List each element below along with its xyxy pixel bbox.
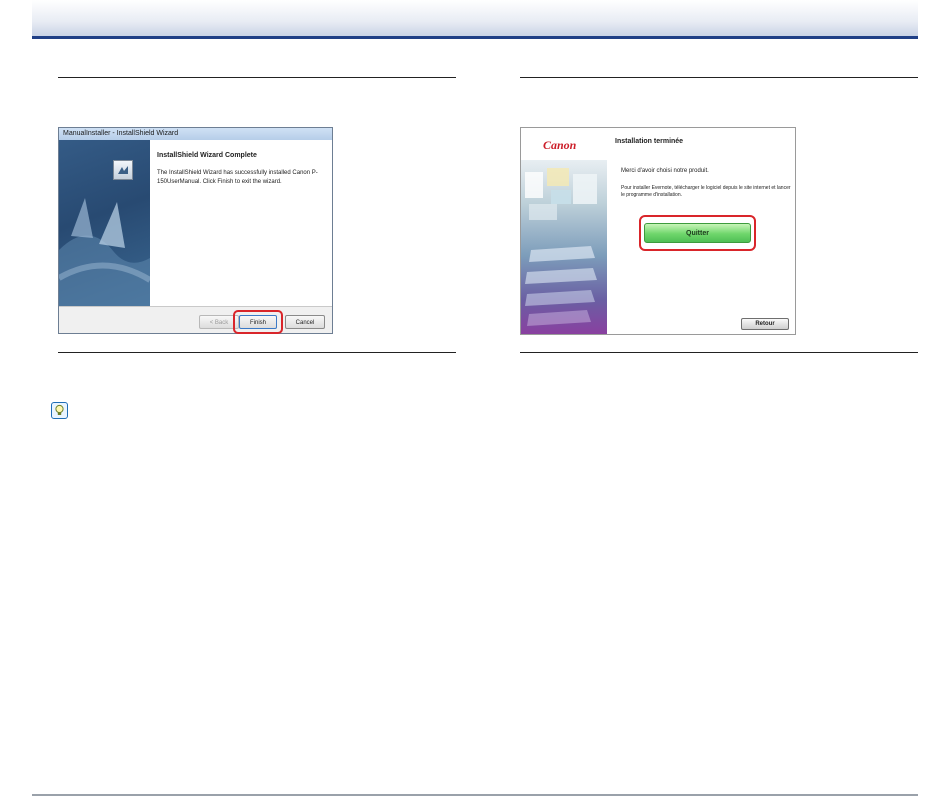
left-bottom-rule [58,352,456,353]
canon-title: Installation terminée [615,138,684,145]
finish-highlight [233,310,283,334]
quit-highlight [639,215,756,251]
canon-install-complete-screen: Canon Installation terminée Merci d'avoi… [520,127,796,335]
left-top-rule [58,77,456,78]
lightbulb-icon [51,402,68,419]
installshield-dialog: ManualInstaller - InstallShield Wizard I… [58,127,333,334]
canon-note: Pour installer Evernote, télécharger le … [621,185,791,198]
dialog-divider [59,306,332,307]
back-button[interactable]: Retour [741,318,789,330]
dialog-content: InstallShield Wizard Complete The Instal… [150,140,332,306]
wizard-banner-art [59,198,150,306]
header-rule [32,36,918,39]
canon-side-art [521,160,607,334]
installer-icon [113,160,133,180]
footer-rule [32,794,918,796]
canon-message: Merci d'avoir choisi notre produit. [621,168,709,174]
cancel-button[interactable]: Cancel [285,315,325,329]
dialog-heading: InstallShield Wizard Complete [157,152,257,159]
header-band [32,0,918,36]
right-bottom-rule [520,352,918,353]
wizard-side-banner [59,140,150,306]
canon-collage-art [525,168,597,326]
right-top-rule [520,77,918,78]
dialog-message: The InstallShield Wizard has successfull… [157,170,318,185]
dialog-title-bar: ManualInstaller - InstallShield Wizard [59,128,332,140]
canon-logo: Canon [543,138,577,152]
